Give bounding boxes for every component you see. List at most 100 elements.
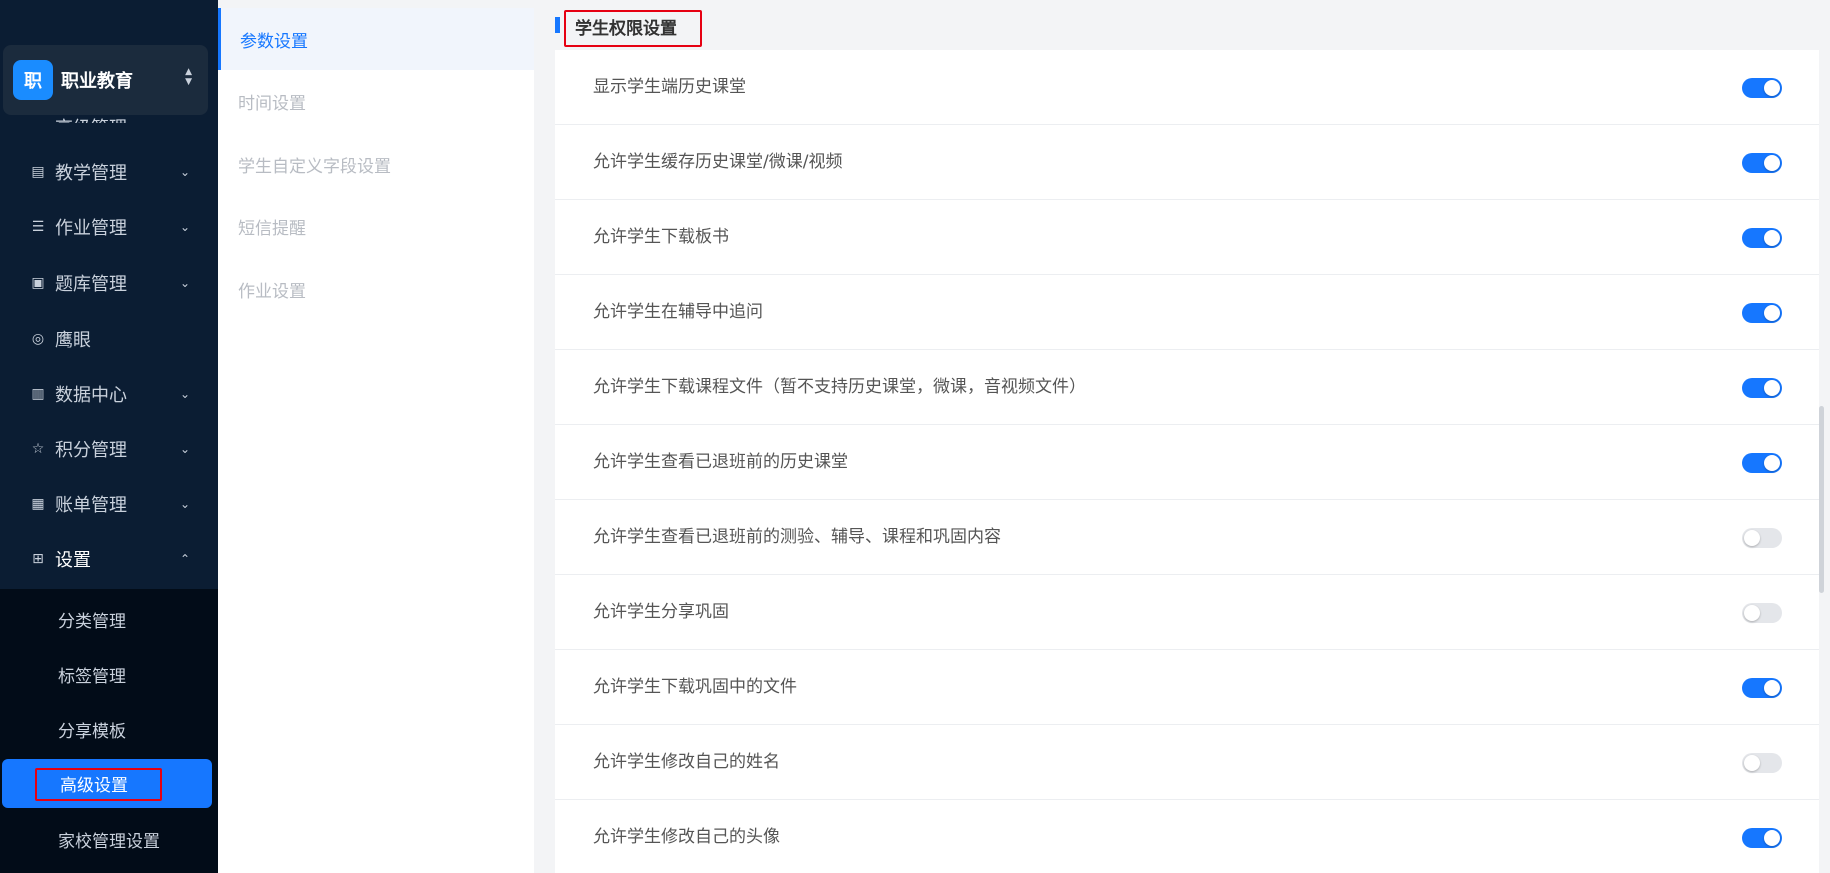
- tab-sms-reminder[interactable]: 短信提醒: [218, 195, 534, 257]
- permission-label: 允许学生查看已退班前的历史课堂: [593, 452, 848, 472]
- permission-label: 允许学生在辅导中追问: [593, 302, 763, 322]
- grid-icon: ⊞: [32, 551, 44, 567]
- settings-submenu: 分类管理 标签管理 分享模板 高级设置 家校管理设置: [0, 589, 218, 873]
- org-name: 职业教育: [61, 71, 133, 92]
- permission-toggle[interactable]: [1742, 753, 1782, 773]
- permission-row: 允许学生缓存历史课堂/微课/视频: [555, 125, 1819, 200]
- sidebar: 职 职业教育 ▲ ▼ ≡ 高级管理 ▤ 教学管理 ⌄ ☰ 作业管理 ⌄ ▣ 题库…: [0, 0, 218, 873]
- nav-scroll-partial: ≡ 高级管理: [0, 115, 218, 123]
- submenu-item-advanced-settings[interactable]: 高级设置: [2, 759, 212, 808]
- sidebar-item-points[interactable]: ☆ 积分管理 ⌄: [0, 423, 218, 475]
- permission-row: 允许学生分享巩固: [555, 575, 1819, 650]
- permission-label: 允许学生缓存历史课堂/微课/视频: [593, 152, 843, 172]
- sidebar-item-label: 鹰眼: [55, 330, 91, 351]
- section-accent-bar: [555, 17, 560, 33]
- tab-homework-settings[interactable]: 作业设置: [218, 258, 534, 320]
- toggle-knob: [1744, 530, 1760, 546]
- permission-row: 允许学生在辅导中追问: [555, 275, 1819, 350]
- permission-row: 允许学生查看已退班前的测验、辅导、课程和巩固内容: [555, 500, 1819, 575]
- toggle-knob: [1764, 680, 1780, 696]
- sidebar-item-billing[interactable]: ▦ 账单管理 ⌄: [0, 478, 218, 530]
- toggle-knob: [1764, 80, 1780, 96]
- permission-toggle[interactable]: [1742, 378, 1782, 398]
- permission-toggle[interactable]: [1742, 828, 1782, 848]
- submenu-item-home-school[interactable]: 家校管理设置: [0, 816, 218, 862]
- toggle-knob: [1764, 305, 1780, 321]
- sidebar-item-label: 账单管理: [55, 495, 127, 516]
- document-icon: ☰: [31, 219, 45, 235]
- org-switcher[interactable]: 职 职业教育 ▲ ▼: [3, 45, 208, 115]
- bill-icon: ▦: [31, 496, 45, 512]
- chevron-down-icon: ⌄: [179, 387, 190, 401]
- sidebar-item-label: 数据中心: [55, 385, 127, 406]
- chevron-down-icon: ⌄: [179, 276, 190, 290]
- chevron-down-icon: ⌄: [179, 220, 190, 234]
- permission-toggle[interactable]: [1742, 303, 1782, 323]
- list-icon: ≡: [29, 119, 47, 123]
- chevron-down-icon: ⌄: [179, 497, 190, 511]
- permission-toggle[interactable]: [1742, 678, 1782, 698]
- permission-toggle[interactable]: [1742, 78, 1782, 98]
- permission-toggle[interactable]: [1742, 603, 1782, 623]
- permission-label: 允许学生下载巩固中的文件: [593, 677, 797, 697]
- permission-label: 允许学生下载板书: [593, 227, 729, 247]
- main-panel: 学生权限设置 显示学生端历史课堂 允许学生缓存历史课堂/微课/视频 允许学生下载…: [534, 0, 1830, 873]
- submenu-item-tags[interactable]: 标签管理: [0, 651, 218, 697]
- submenu-item-share-template[interactable]: 分享模板: [0, 706, 218, 752]
- permission-toggle[interactable]: [1742, 153, 1782, 173]
- tab-custom-fields[interactable]: 学生自定义字段设置: [218, 133, 534, 195]
- chevron-down-icon: ⌄: [179, 442, 190, 456]
- permission-label: 允许学生下载课程文件（暂不支持历史课堂，微课，音视频文件）: [593, 377, 1086, 397]
- permission-row: 允许学生修改自己的姓名: [555, 725, 1819, 800]
- permission-row: 显示学生端历史课堂: [555, 50, 1819, 125]
- toggle-knob: [1764, 155, 1780, 171]
- permission-row: 允许学生下载板书: [555, 200, 1819, 275]
- sidebar-item-label: 作业管理: [55, 218, 127, 239]
- bar-chart-icon: ▥: [31, 386, 45, 402]
- switch-arrows-icon: ▲ ▼: [185, 67, 192, 87]
- permission-label: 允许学生分享巩固: [593, 602, 729, 622]
- permission-toggle[interactable]: [1742, 453, 1782, 473]
- scrollbar[interactable]: [1819, 406, 1824, 593]
- star-icon: ☆: [31, 441, 45, 457]
- permission-label: 允许学生修改自己的头像: [593, 827, 780, 847]
- permission-toggle[interactable]: [1742, 528, 1782, 548]
- permissions-card: 显示学生端历史课堂 允许学生缓存历史课堂/微课/视频 允许学生下载板书 允许学生…: [555, 50, 1819, 873]
- book-icon: ▤: [31, 164, 45, 180]
- permission-label: 允许学生查看已退班前的测验、辅导、课程和巩固内容: [593, 527, 1001, 547]
- permission-label: 允许学生修改自己的姓名: [593, 752, 780, 772]
- tab-parameter-settings[interactable]: 参数设置: [218, 8, 534, 70]
- app-root: 职 职业教育 ▲ ▼ ≡ 高级管理 ▤ 教学管理 ⌄ ☰ 作业管理 ⌄ ▣ 题库…: [0, 0, 1830, 873]
- toggle-knob: [1744, 755, 1760, 771]
- sidebar-item-homework[interactable]: ☰ 作业管理 ⌄: [0, 201, 218, 253]
- settings-menu: 参数设置 时间设置 学生自定义字段设置 短信提醒 作业设置: [218, 8, 534, 873]
- permission-label: 显示学生端历史课堂: [593, 77, 746, 97]
- toggle-knob: [1764, 455, 1780, 471]
- chevron-up-icon: ⌃: [179, 552, 190, 566]
- sidebar-item-label: 题库管理: [55, 274, 127, 295]
- toggle-knob: [1764, 230, 1780, 246]
- org-logo: 职: [13, 60, 53, 100]
- sidebar-item-eagle-eye[interactable]: ◎ 鹰眼: [0, 313, 218, 365]
- sidebar-item-settings[interactable]: ⊞ 设置 ⌃: [0, 533, 218, 585]
- highlight-box-title: [564, 10, 702, 47]
- permission-row: 允许学生查看已退班前的历史课堂: [555, 425, 1819, 500]
- sidebar-item-question-bank[interactable]: ▣ 题库管理 ⌄: [0, 257, 218, 309]
- sidebar-item-label: 高级管理: [55, 115, 127, 123]
- sidebar-item-teaching[interactable]: ▤ 教学管理 ⌄: [0, 146, 218, 198]
- sidebar-item-label: 设置: [55, 550, 91, 571]
- permission-row: 允许学生下载巩固中的文件: [555, 650, 1819, 725]
- toggle-knob: [1744, 605, 1760, 621]
- sidebar-item-label: 教学管理: [55, 163, 127, 184]
- tab-time-settings[interactable]: 时间设置: [218, 70, 534, 132]
- permission-row: 允许学生下载课程文件（暂不支持历史课堂，微课，音视频文件）: [555, 350, 1819, 425]
- sidebar-item-partial[interactable]: ≡ 高级管理: [0, 115, 218, 123]
- sidebar-item-data-center[interactable]: ▥ 数据中心 ⌄: [0, 368, 218, 420]
- permission-row: 允许学生修改自己的头像: [555, 800, 1819, 873]
- eagle-eye-icon: ◎: [31, 331, 45, 347]
- toggle-knob: [1764, 380, 1780, 396]
- submenu-item-category[interactable]: 分类管理: [0, 596, 218, 642]
- toggle-knob: [1764, 830, 1780, 846]
- sidebar-item-label: 积分管理: [55, 440, 127, 461]
- permission-toggle[interactable]: [1742, 228, 1782, 248]
